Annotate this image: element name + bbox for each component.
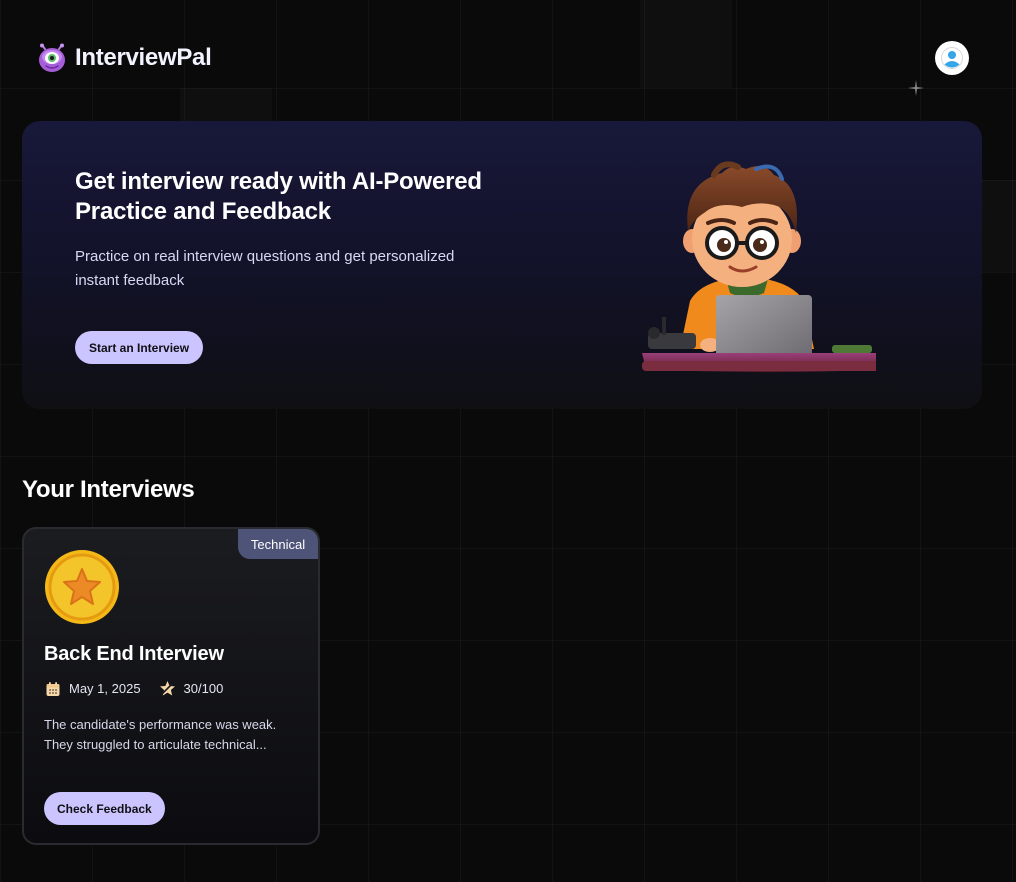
interview-date-text: May 1, 2025 bbox=[69, 681, 141, 696]
star-icon bbox=[159, 681, 175, 696]
section-title: Your Interviews bbox=[22, 476, 195, 503]
user-icon bbox=[941, 47, 963, 69]
logo[interactable]: InterviewPal bbox=[37, 43, 212, 73]
hero-subtitle: Practice on real interview questions and… bbox=[75, 248, 455, 289]
star-medal-icon bbox=[45, 550, 119, 624]
alien-mascot-icon bbox=[39, 43, 65, 72]
interview-meta: May 1, 2025 30/100 bbox=[45, 680, 223, 697]
start-interview-button[interactable]: Start an Interview bbox=[75, 331, 204, 364]
interview-type-badge: Technical bbox=[238, 529, 318, 559]
hero-title: Get interview ready with AI-Powered Prac… bbox=[75, 168, 482, 225]
sparkle-icon bbox=[908, 80, 924, 96]
interview-date: May 1, 2025 bbox=[45, 681, 141, 697]
hero-text: Get interview ready with AI-Powered Prac… bbox=[75, 167, 495, 293]
developer-at-laptop-illustration bbox=[642, 161, 876, 372]
interview-score-text: 30/100 bbox=[183, 681, 224, 696]
hero-banner: Get interview ready with AI-Powered Prac… bbox=[22, 121, 982, 409]
interview-title: Back End Interview bbox=[44, 643, 224, 665]
check-feedback-button[interactable]: Check Feedback bbox=[44, 792, 165, 825]
calendar-icon bbox=[46, 681, 60, 696]
user-avatar[interactable] bbox=[935, 41, 969, 75]
brand-name: InterviewPal bbox=[75, 44, 212, 71]
interview-score: 30/100 bbox=[159, 680, 224, 697]
page: InterviewPal Get interview ready with AI… bbox=[0, 0, 1016, 882]
interview-description: The candidate's performance was weak. Th… bbox=[44, 717, 277, 752]
bg-square bbox=[982, 180, 1016, 272]
navbar: InterviewPal bbox=[37, 41, 969, 75]
interview-card: Technical Back End Interview May 1, 2025… bbox=[22, 527, 320, 845]
